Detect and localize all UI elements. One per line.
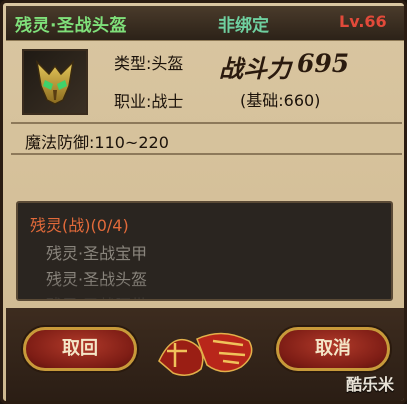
set-title: 残灵(战)(0/4) [30,216,129,235]
combat-power-value: 695 [297,49,350,78]
divider [11,122,402,124]
base-power: (基础:660) [240,91,321,110]
bind-status: 非绑定 [218,16,269,36]
item-name: 残灵·圣战头盔 [15,16,127,36]
scroll-fade [18,279,391,299]
level-requirement: Lv.66 [339,12,387,31]
item-class: 职业:战士 [114,92,184,111]
item-tooltip-window: 残灵·圣战头盔 非绑定 Lv.66 类型:头盔 职业:战士 战斗力 695 (基… [0,0,407,404]
game-logo [158,332,253,376]
retrieve-button[interactable]: 取回 [23,327,137,371]
item-icon-slot[interactable] [22,49,88,115]
title-bar: 残灵·圣战头盔 非绑定 Lv.66 [6,6,404,41]
combat-power-label: 战斗力 [219,54,291,83]
set-piece: 残灵·圣战宝甲 [46,244,148,263]
watermark: 酷乐米 [345,375,394,394]
set-bonus-panel[interactable]: 残灵(战)(0/4) 残灵·圣战宝甲 残灵·圣战头盔 残灵·圣战腰带 [16,201,393,301]
war-helmet-icon [35,59,75,105]
divider [11,153,402,155]
combat-power: 战斗力 695 [219,49,399,83]
cancel-button[interactable]: 取消 [276,327,390,371]
magic-defense-stat: 魔法防御:110~220 [25,133,169,152]
item-type: 类型:头盔 [114,54,184,73]
